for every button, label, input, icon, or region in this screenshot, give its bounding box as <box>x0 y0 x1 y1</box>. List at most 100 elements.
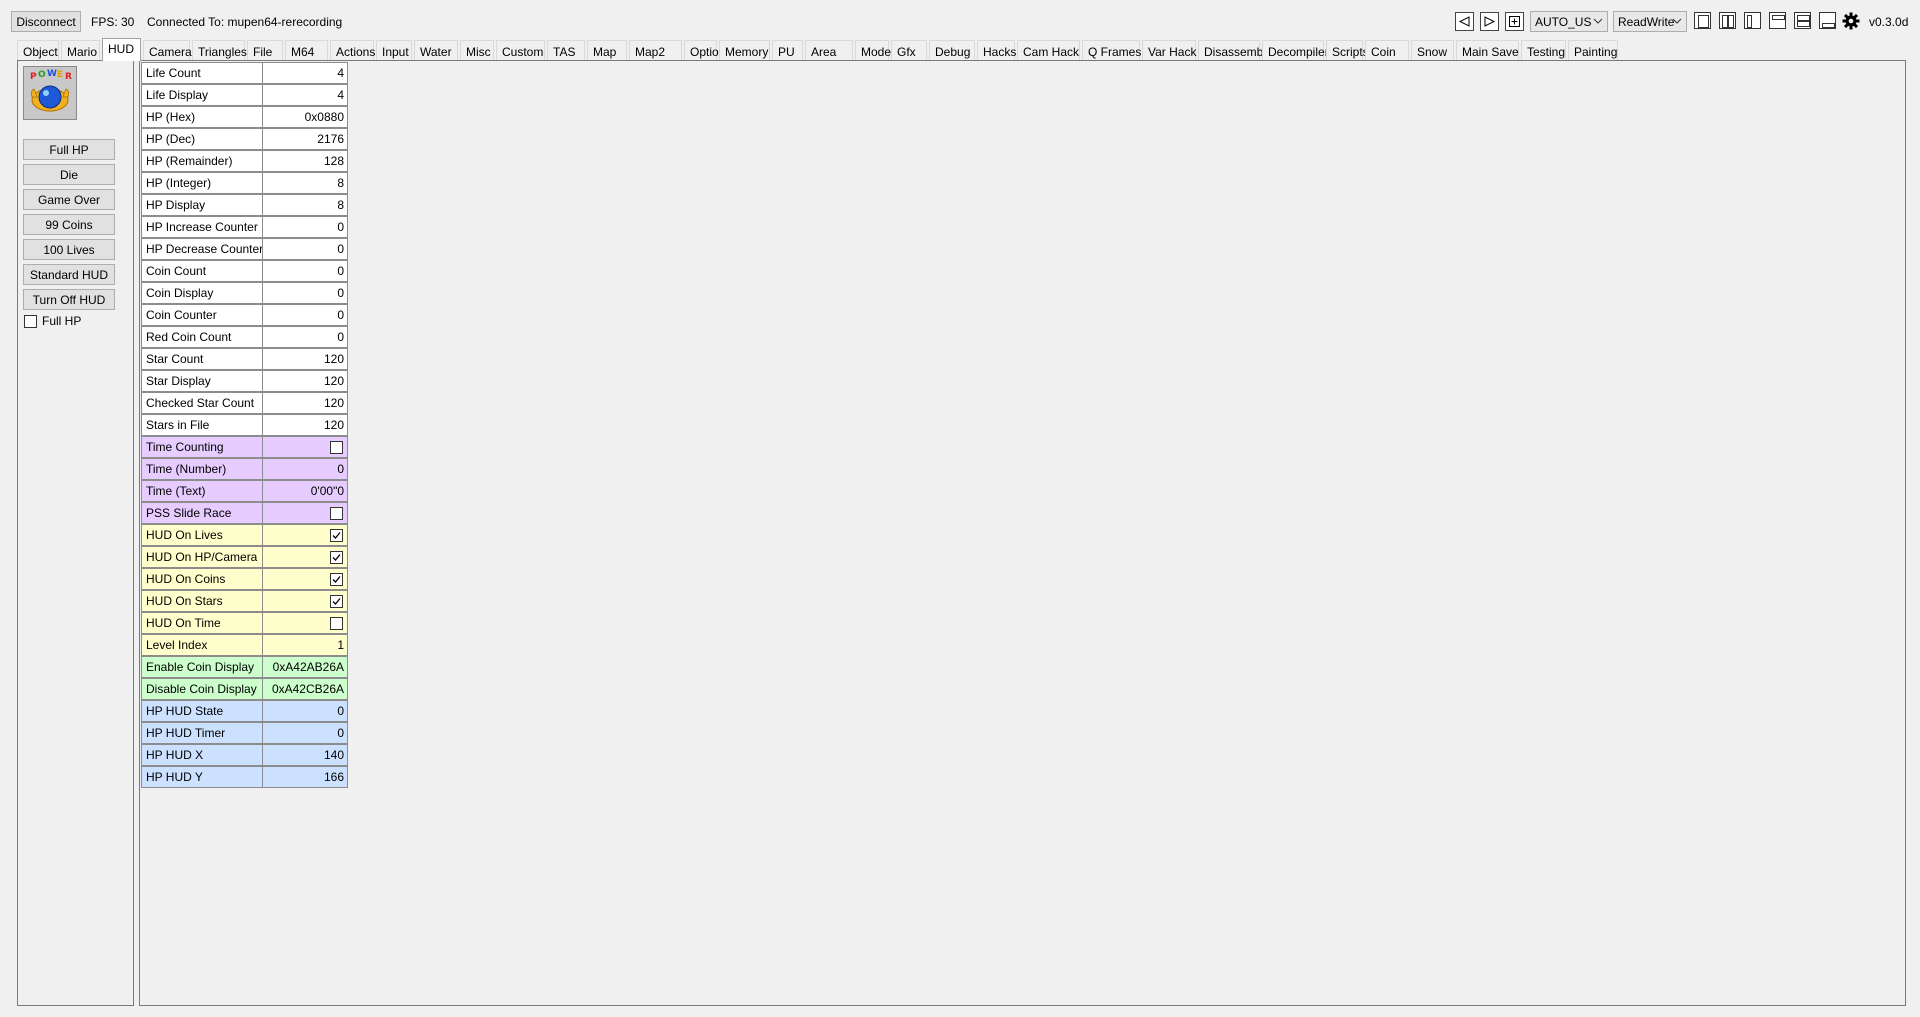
variable-value[interactable]: 0 <box>262 260 348 282</box>
tab-file[interactable]: File <box>247 40 283 60</box>
tab-scripts[interactable]: Scripts <box>1326 40 1369 60</box>
variable-value[interactable]: 0xA42AB26A <box>262 656 348 678</box>
tab-memory[interactable]: Memory <box>719 40 770 60</box>
tab-coin[interactable]: Coin <box>1365 40 1409 60</box>
variable-value[interactable]: 128 <box>262 150 348 172</box>
tab-triangles[interactable]: Triangles <box>192 40 247 60</box>
variable-name: Coin Display <box>141 282 263 304</box>
layout-two-columns-icon[interactable] <box>1719 12 1736 29</box>
unchecked-checkbox-icon[interactable] <box>330 441 343 454</box>
tab-input[interactable]: Input <box>376 40 412 60</box>
variable-checkbox-cell[interactable] <box>262 502 348 524</box>
tab-tas[interactable]: TAS <box>547 40 585 60</box>
tab-camera[interactable]: Camera <box>143 40 192 60</box>
variable-checkbox-cell[interactable] <box>262 436 348 458</box>
variable-value[interactable]: 120 <box>262 414 348 436</box>
tab-pu[interactable]: PU <box>772 40 803 60</box>
variable-value[interactable]: 0 <box>262 282 348 304</box>
layout-two-rows-icon[interactable] <box>1794 12 1811 29</box>
variable-name: Level Index <box>141 634 263 656</box>
checked-checkbox-icon[interactable] <box>330 551 343 564</box>
tab-snow[interactable]: Snow <box>1411 40 1454 60</box>
variable-name: Enable Coin Display <box>141 656 263 678</box>
variable-checkbox-cell[interactable] <box>262 590 348 612</box>
variable-checkbox-cell[interactable] <box>262 524 348 546</box>
unchecked-checkbox-icon[interactable] <box>330 507 343 520</box>
tab-map2[interactable]: Map2 <box>629 40 682 60</box>
region-combo[interactable]: AUTO_US <box>1530 11 1608 32</box>
variable-value[interactable]: 0 <box>262 722 348 744</box>
variable-value[interactable]: 120 <box>262 370 348 392</box>
game-over-button[interactable]: Game Over <box>23 189 115 210</box>
tab-actions[interactable]: Actions <box>330 40 375 60</box>
tab-misc[interactable]: Misc <box>460 40 494 60</box>
tab-debug[interactable]: Debug <box>929 40 975 60</box>
chevron-down-icon <box>1593 18 1603 24</box>
variable-value[interactable]: 120 <box>262 392 348 414</box>
tab-testing[interactable]: Testing <box>1521 40 1566 60</box>
tab-custom[interactable]: Custom <box>496 40 545 60</box>
step-forward-button[interactable] <box>1480 12 1499 31</box>
tab-object[interactable]: Object <box>17 40 59 60</box>
tab-map[interactable]: Map <box>587 40 627 60</box>
add-button[interactable] <box>1505 12 1524 31</box>
variable-value[interactable]: 0 <box>262 238 348 260</box>
tab-water[interactable]: Water <box>414 40 458 60</box>
tab-mario[interactable]: Mario <box>61 40 100 60</box>
die-button[interactable]: Die <box>23 164 115 185</box>
99-coins-button[interactable]: 99 Coins <box>23 214 115 235</box>
gear-icon[interactable] <box>1842 12 1860 30</box>
tab-q-frames[interactable]: Q Frames <box>1082 40 1141 60</box>
variable-checkbox-cell[interactable] <box>262 546 348 568</box>
tab-disassembly[interactable]: Disassembly <box>1198 40 1272 60</box>
tab-hud[interactable]: HUD <box>102 38 141 61</box>
100-lives-button[interactable]: 100 Lives <box>23 239 115 260</box>
variable-checkbox-cell[interactable] <box>262 568 348 590</box>
variable-value[interactable]: 2176 <box>262 128 348 150</box>
tab-m64[interactable]: M64 <box>285 40 328 60</box>
tab-model[interactable]: Model <box>855 40 894 60</box>
checked-checkbox-icon[interactable] <box>330 573 343 586</box>
full-hp-checkbox[interactable] <box>24 315 37 328</box>
variable-value[interactable]: 0 <box>262 458 348 480</box>
step-back-button[interactable] <box>1455 12 1474 31</box>
checked-checkbox-icon[interactable] <box>330 529 343 542</box>
tab-hacks[interactable]: Hacks <box>977 40 1016 60</box>
variable-value[interactable]: 0 <box>262 216 348 238</box>
variable-value[interactable]: 0 <box>262 326 348 348</box>
variable-value[interactable]: 166 <box>262 766 348 788</box>
variable-value[interactable]: 8 <box>262 172 348 194</box>
variable-value[interactable]: 4 <box>262 84 348 106</box>
variable-value[interactable]: 0xA42CB26A <box>262 678 348 700</box>
variable-value[interactable]: 120 <box>262 348 348 370</box>
variable-value[interactable]: 1 <box>262 634 348 656</box>
full-hp-button[interactable]: Full HP <box>23 139 115 160</box>
variable-checkbox-cell[interactable] <box>262 612 348 634</box>
layout-left-panel-icon[interactable] <box>1744 12 1761 29</box>
tab-painting[interactable]: Painting <box>1568 40 1618 60</box>
disconnect-button[interactable]: Disconnect <box>11 11 81 32</box>
variable-row: HP (Integer) 8 <box>141 172 348 194</box>
layout-bottom-panel-icon[interactable] <box>1819 12 1836 29</box>
tab-main-save[interactable]: Main Save <box>1456 40 1519 60</box>
layout-single-icon[interactable] <box>1694 12 1711 29</box>
tab-decompiler[interactable]: Decompiler <box>1262 40 1329 60</box>
variable-value[interactable]: 4 <box>262 62 348 84</box>
unchecked-checkbox-icon[interactable] <box>330 617 343 630</box>
layout-top-panel-icon[interactable] <box>1769 12 1786 29</box>
variable-value[interactable]: 0'00"0 <box>262 480 348 502</box>
tab-gfx[interactable]: Gfx <box>891 40 927 60</box>
turn-off-hud-button[interactable]: Turn Off HUD <box>23 289 115 310</box>
checked-checkbox-icon[interactable] <box>330 595 343 608</box>
variable-value[interactable]: 0 <box>262 304 348 326</box>
variable-value[interactable]: 140 <box>262 744 348 766</box>
variable-value[interactable]: 8 <box>262 194 348 216</box>
variable-value[interactable]: 0 <box>262 700 348 722</box>
tab-var-hack[interactable]: Var Hack <box>1142 40 1196 60</box>
tab-area[interactable]: Area <box>805 40 853 60</box>
standard-hud-button[interactable]: Standard HUD <box>23 264 115 285</box>
tab-options[interactable]: Options <box>684 40 731 60</box>
variable-value[interactable]: 0x0880 <box>262 106 348 128</box>
tab-cam-hack[interactable]: Cam Hack <box>1017 40 1080 60</box>
access-combo[interactable]: ReadWrite <box>1613 11 1687 32</box>
